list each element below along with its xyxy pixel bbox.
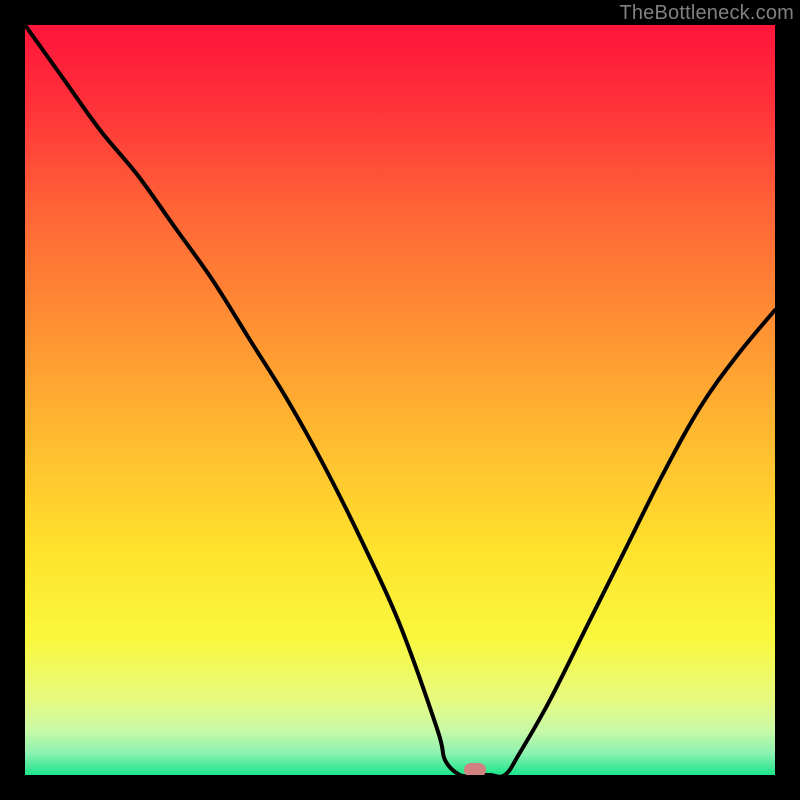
chart-frame: TheBottleneck.com (0, 0, 800, 800)
bottleneck-curve (25, 25, 775, 775)
optimum-marker (464, 763, 486, 775)
watermark-text: TheBottleneck.com (619, 2, 794, 25)
plot-area (25, 25, 775, 775)
